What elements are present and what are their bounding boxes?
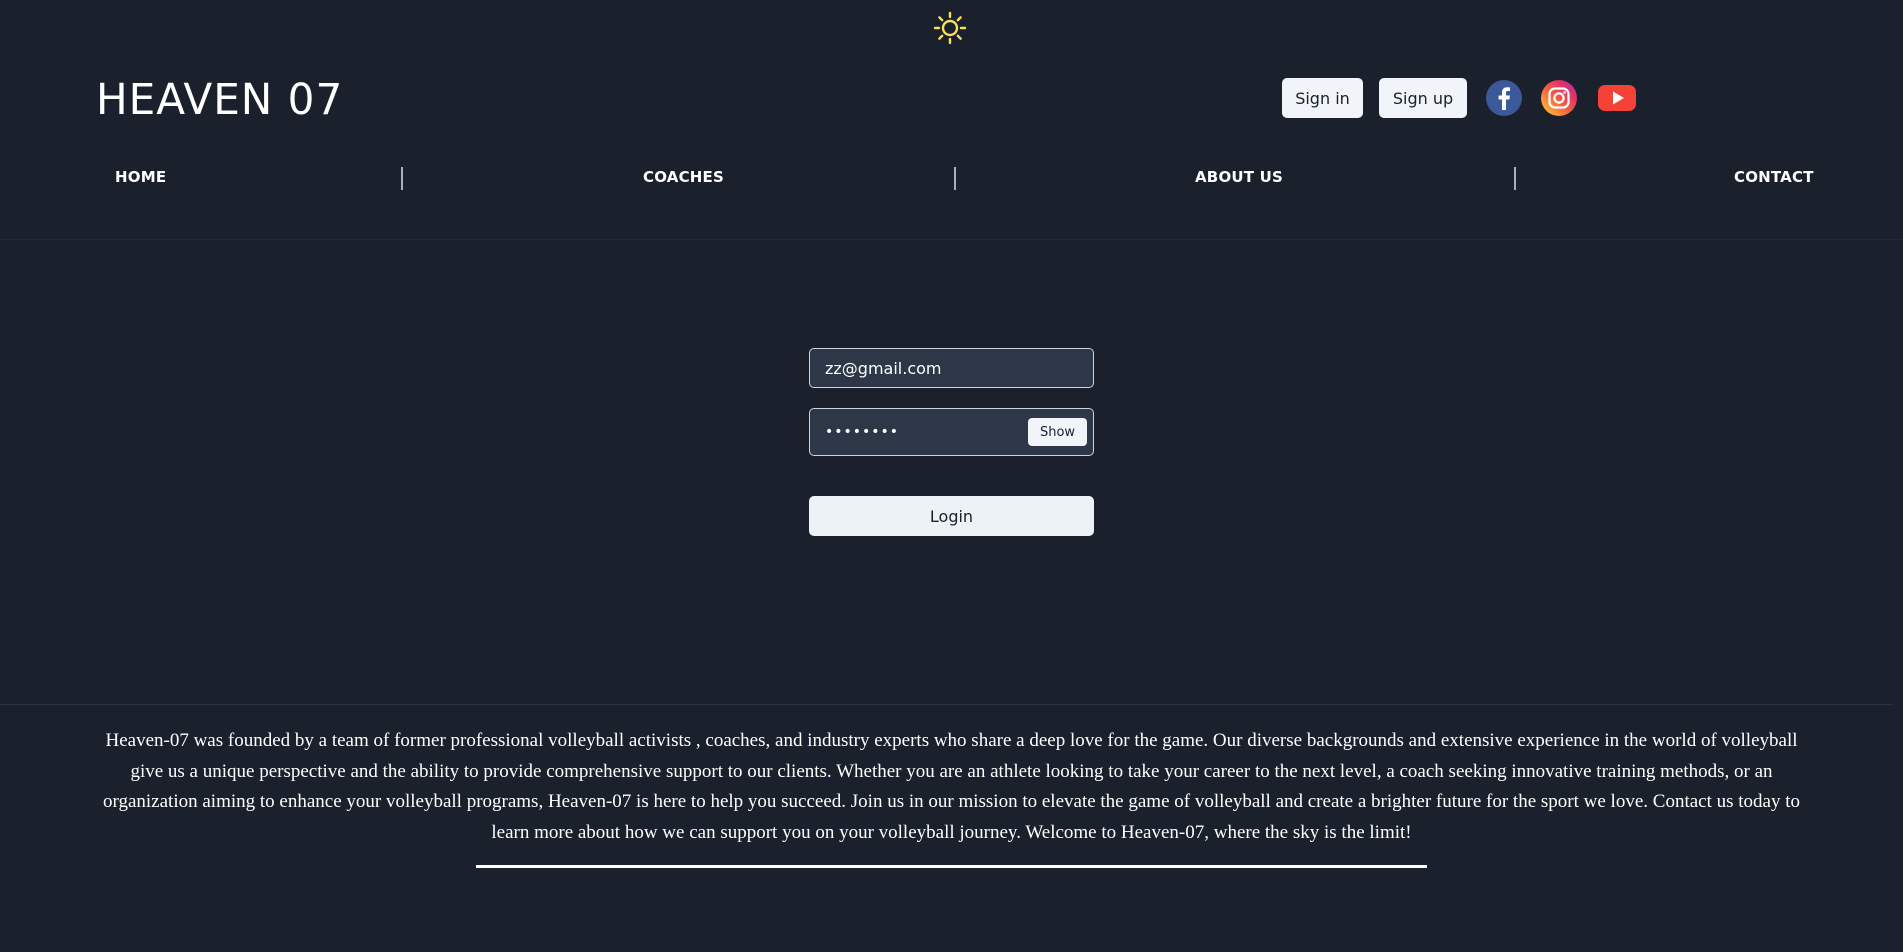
sign-in-button[interactable]: Sign in [1282,78,1363,118]
facebook-icon[interactable] [1486,80,1522,116]
nav-home[interactable]: HOME [115,168,166,186]
sign-up-button[interactable]: Sign up [1379,78,1467,118]
main-nav: HOME COACHES ABOUT US CONTACT [0,160,1903,196]
nav-divider [401,167,403,190]
footer-divider [0,704,1893,705]
site-logo[interactable]: HEAVEN 07 [96,72,343,128]
password-field[interactable]: •••••••• Show [809,408,1094,456]
nav-coaches[interactable]: COACHES [643,168,724,186]
nav-divider [1514,167,1516,190]
nav-about-us[interactable]: ABOUT US [1195,168,1283,186]
nav-contact[interactable]: CONTACT [1734,168,1814,186]
footer-rule [476,865,1427,868]
site-footer: Heaven-07 was founded by a team of forme… [90,726,1813,868]
login-form: zz@gmail.com •••••••• Show Login [809,348,1094,536]
login-button[interactable]: Login [809,496,1094,536]
about-paragraph: Heaven-07 was founded by a team of forme… [102,730,1800,843]
instagram-icon[interactable] [1541,80,1577,116]
password-value: •••••••• [825,424,900,440]
email-field[interactable]: zz@gmail.com [809,348,1094,388]
show-password-button[interactable]: Show [1028,418,1087,446]
site-header: HEAVEN 07 Sign in Sign up HOME COACHES A… [0,0,1903,240]
nav-divider [954,167,956,190]
youtube-icon[interactable] [1598,80,1636,116]
